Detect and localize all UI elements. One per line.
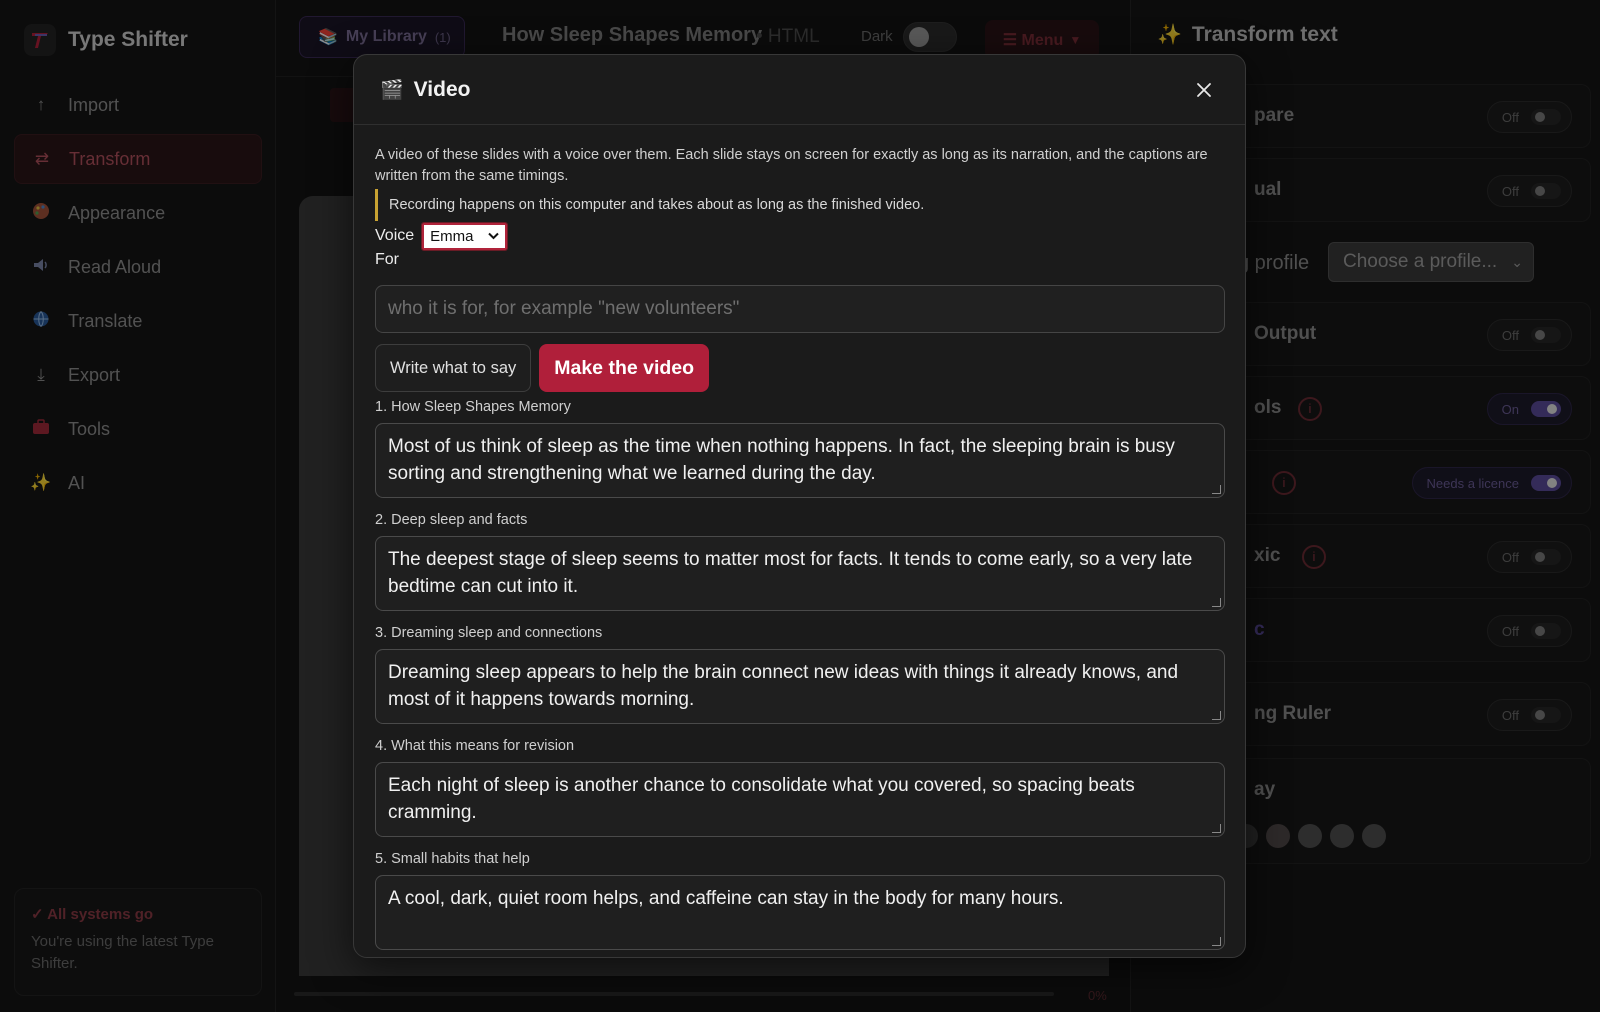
- write-script-button[interactable]: Write what to say: [375, 344, 532, 392]
- audience-input[interactable]: who it is for, for example "new voluntee…: [375, 285, 1225, 333]
- slide-label: 4. What this means for revision: [375, 738, 575, 754]
- dialog-body: A video of these slides with a voice ove…: [354, 125, 1245, 950]
- audience-placeholder: who it is for, for example "new voluntee…: [388, 298, 740, 319]
- slide-narration-textarea[interactable]: Each night of sleep is another chance to…: [375, 762, 1225, 837]
- action-row: Write what to say Make the video: [375, 344, 1224, 392]
- voice-row: Voice Emma: [375, 221, 1224, 251]
- dialog-description: A video of these slides with a voice ove…: [375, 147, 1208, 184]
- slide-narration-textarea[interactable]: A cool, dark, quiet room helps, and caff…: [375, 875, 1225, 950]
- make-video-button[interactable]: Make the video: [539, 344, 710, 392]
- for-label: For: [375, 251, 399, 268]
- slide-narration-text: Each night of sleep is another chance to…: [388, 775, 1135, 823]
- slide-narration-text: The deepest stage of sleep seems to matt…: [388, 549, 1193, 597]
- slide-narration-text: Dreaming sleep appears to help the brain…: [388, 662, 1179, 710]
- video-dialog: 🎬 Video A video of these slides with a v…: [353, 54, 1246, 958]
- clapperboard-icon: 🎬: [380, 79, 404, 101]
- slide-label: 2. Deep sleep and facts: [375, 512, 528, 528]
- dialog-title: Video: [413, 77, 471, 101]
- dialog-header: 🎬 Video: [354, 55, 1245, 125]
- slide-label: 1. How Sleep Shapes Memory: [375, 399, 571, 415]
- dialog-note: Recording happens on this computer and t…: [375, 189, 1224, 221]
- slide-narration-textarea[interactable]: Most of us think of sleep as the time wh…: [375, 423, 1225, 498]
- slide-narration-textarea[interactable]: Dreaming sleep appears to help the brain…: [375, 649, 1225, 724]
- close-icon: [1197, 83, 1211, 97]
- slide-narration-text: Most of us think of sleep as the time wh…: [388, 436, 1175, 484]
- slide-narration-text: A cool, dark, quiet room helps, and caff…: [388, 888, 1064, 909]
- slide-narration-textarea[interactable]: The deepest stage of sleep seems to matt…: [375, 536, 1225, 611]
- voice-label: Voice: [375, 227, 415, 244]
- close-button[interactable]: [1191, 77, 1217, 103]
- voice-select[interactable]: Emma: [421, 221, 509, 251]
- chevron-down-icon: [488, 232, 499, 240]
- slide-label: 3. Dreaming sleep and connections: [375, 625, 603, 641]
- slide-label: 5. Small habits that help: [375, 851, 530, 867]
- voice-select-value: Emma: [430, 227, 474, 245]
